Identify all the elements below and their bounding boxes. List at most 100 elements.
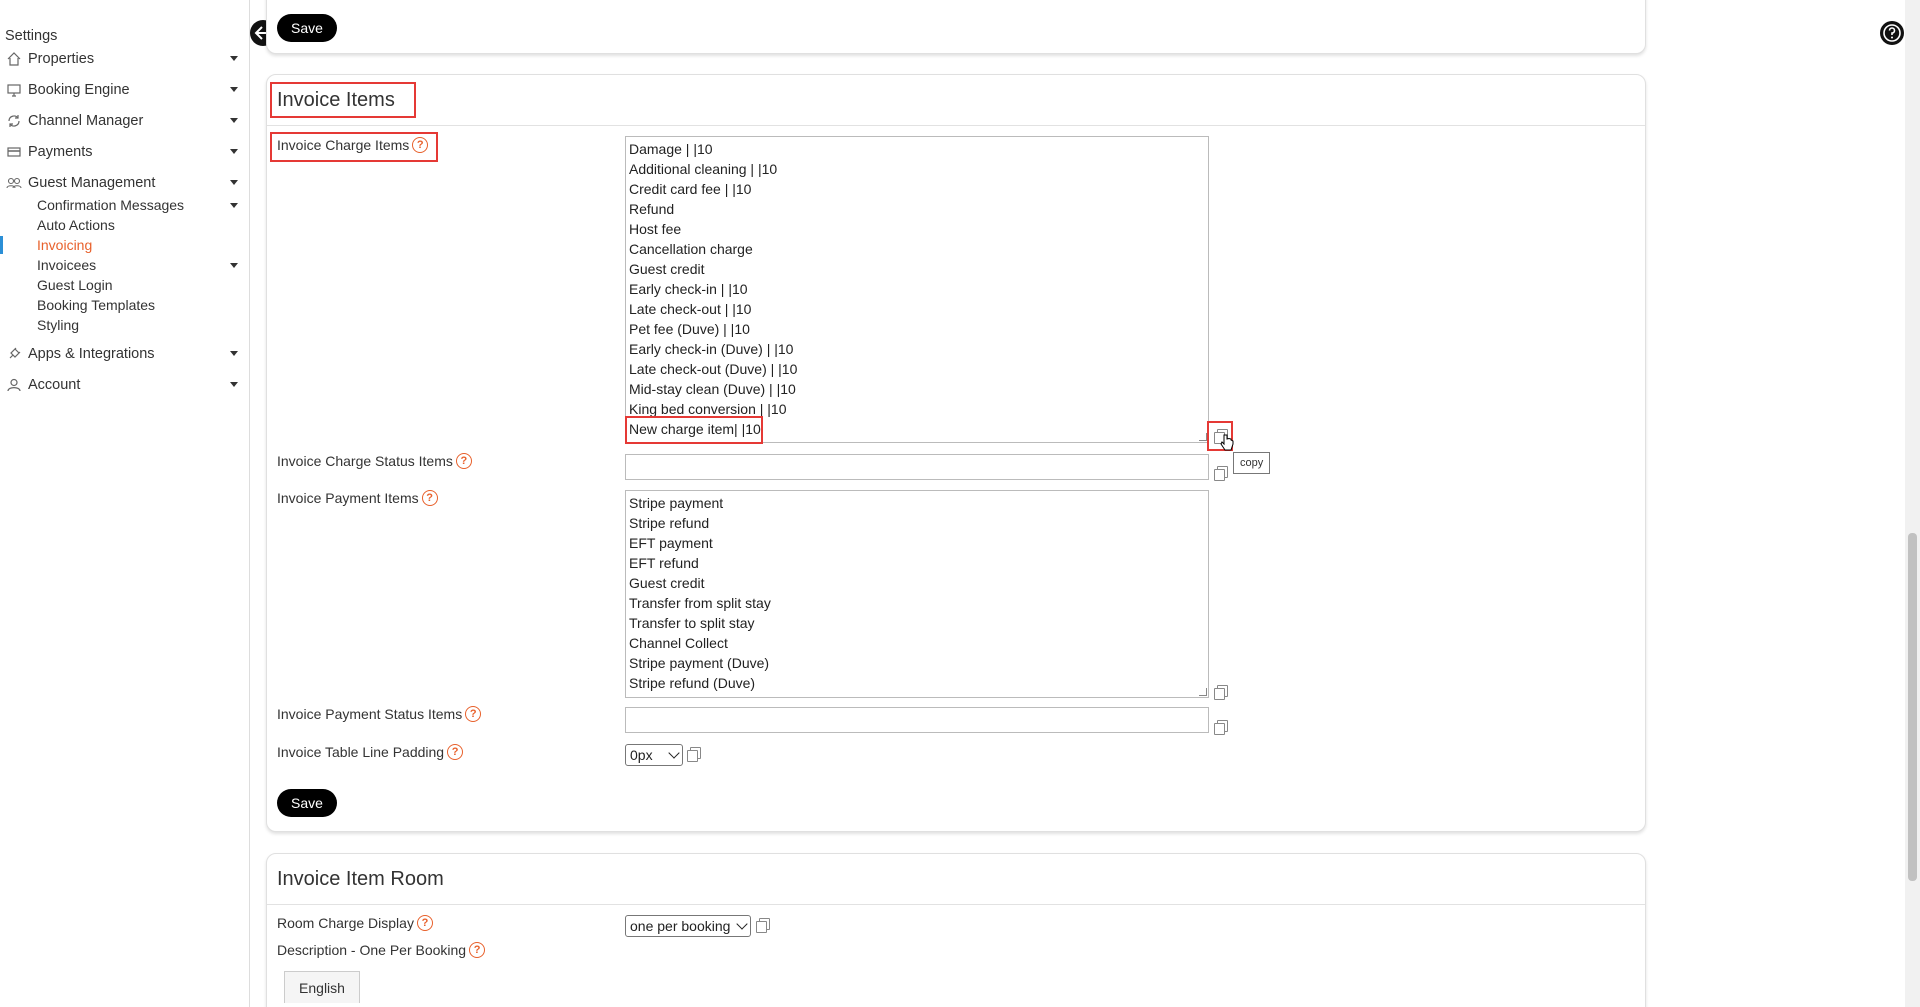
sidebar-subitem-label: Guest Login (37, 277, 113, 293)
sidebar: Settings Properties Booking Engine Chann… (0, 0, 250, 1007)
textarea-line: Stripe payment (629, 495, 724, 511)
room-display-select[interactable]: one per booking (625, 915, 751, 937)
language-tab-english[interactable]: English (284, 971, 360, 1003)
plug-icon (6, 346, 22, 362)
copy-icon[interactable] (1214, 720, 1228, 735)
question-circle-icon (1883, 24, 1901, 42)
sidebar-subitem-label: Styling (37, 317, 80, 333)
resize-handle[interactable] (1199, 688, 1207, 696)
sidebar-item-label: Account (28, 377, 81, 393)
payment-status-label-text: Invoice Payment Status Items (277, 706, 463, 722)
textarea-line: Additional cleaning | |10 (629, 161, 778, 177)
copy-icon[interactable] (1214, 466, 1228, 481)
textarea-line: EFT payment (629, 535, 713, 551)
sidebar-item-apps-integrations[interactable]: Apps & Integrations (0, 342, 246, 366)
sidebar-item-properties[interactable]: Properties (0, 47, 246, 71)
chevron-down-icon (230, 180, 238, 185)
copy-icon[interactable] (756, 918, 770, 933)
sidebar-item-account[interactable]: Account (0, 373, 246, 397)
sidebar-subitem-invoicees[interactable]: Invoicees (37, 255, 243, 275)
help-icon[interactable]: ? (455, 453, 472, 469)
textarea-line: Credit card fee | |10 (629, 181, 752, 197)
textarea-line: Host fee (629, 221, 682, 237)
save-button[interactable]: Save (277, 14, 337, 42)
sidebar-item-payments[interactable]: Payments (0, 140, 246, 164)
charge-status-label: Invoice Charge Status Items ? (277, 453, 472, 469)
divider (267, 125, 1645, 126)
pointer-cursor-icon (1220, 434, 1234, 451)
sidebar-subitem-booking-templates[interactable]: Booking Templates (37, 295, 243, 315)
help-icon[interactable]: ? (469, 942, 486, 958)
textarea-line: Stripe refund (629, 515, 710, 531)
user-icon (6, 377, 22, 393)
highlight-box (270, 132, 438, 162)
textarea-line: Refund (629, 201, 675, 217)
sidebar-item-guest-management[interactable]: Guest Management (0, 171, 246, 195)
monitor-icon (6, 82, 22, 98)
copy-icon[interactable] (687, 747, 701, 762)
description-label-text: Description - One Per Booking (277, 942, 467, 958)
charge-status-textarea[interactable] (625, 454, 1209, 480)
line-padding-select[interactable]: 0px (625, 744, 683, 766)
line-padding-label: Invoice Table Line Padding ? (277, 744, 464, 760)
charge-status-label-text: Invoice Charge Status Items (277, 453, 453, 469)
chevron-down-icon (230, 118, 238, 123)
textarea-line: Late check-out | |10 (629, 301, 752, 317)
sidebar-title: Settings (5, 28, 58, 44)
payment-items-label-text: Invoice Payment Items (277, 490, 419, 506)
sidebar-subitem-guest-login[interactable]: Guest Login (37, 275, 243, 295)
textarea-line: Channel Collect (629, 635, 728, 651)
help-icon[interactable]: ? (465, 706, 482, 722)
help-icon[interactable]: ? (416, 915, 433, 931)
sidebar-item-channel-manager[interactable]: Channel Manager (0, 109, 246, 133)
sync-icon (6, 113, 22, 129)
sidebar-subitem-label: Confirmation Messages (37, 197, 185, 213)
sidebar-item-booking-engine[interactable]: Booking Engine (0, 78, 246, 102)
sidebar-item-label: Booking Engine (28, 82, 130, 98)
sidebar-subitem-label: Invoicing (37, 237, 93, 253)
scrollbar-thumb[interactable] (1908, 533, 1917, 881)
sidebar-subitem-invoicing[interactable]: Invoicing (37, 235, 243, 255)
save-button[interactable]: Save (277, 789, 337, 817)
card-icon (6, 144, 22, 160)
resize-handle[interactable] (1199, 433, 1207, 441)
textarea-line: Early check-in | |10 (629, 281, 748, 297)
help-button[interactable] (1880, 21, 1904, 45)
sidebar-item-label: Channel Manager (28, 113, 144, 129)
sidebar-subitem-auto-actions[interactable]: Auto Actions (37, 215, 243, 235)
home-icon (6, 51, 22, 67)
line-padding-label-text: Invoice Table Line Padding (277, 744, 445, 760)
chevron-down-icon (230, 56, 238, 61)
textarea-line: Cancellation charge (629, 241, 753, 257)
chevron-down-icon (668, 747, 680, 759)
help-icon[interactable]: ? (421, 490, 438, 506)
sidebar-item-label: Apps & Integrations (28, 346, 155, 362)
scrollbar[interactable] (1905, 0, 1920, 1007)
sidebar-subitem-styling[interactable]: Styling (37, 315, 243, 335)
textarea-line: Guest credit (629, 261, 705, 277)
copy-icon[interactable] (1214, 685, 1228, 700)
payment-items-textarea[interactable]: Stripe payment Stripe refund EFT payment EF… (625, 490, 1209, 698)
textarea-line: Damage | |10 (629, 141, 713, 157)
payment-status-textarea[interactable] (625, 707, 1209, 733)
highlight-box (270, 82, 416, 118)
invoice-items-card: Invoice Items Invoice Charge Items ? Dam… (266, 74, 1646, 832)
charge-items-textarea[interactable]: Damage | |10 Additional cleaning | |10 Cre… (625, 136, 1209, 443)
chevron-down-icon (230, 87, 238, 92)
copy-tooltip: copy (1233, 452, 1271, 474)
highlight-box (625, 416, 763, 444)
chevron-down-icon (736, 918, 748, 930)
invoice-item-room-card: Invoice Item Room Room Charge Display ? … (266, 853, 1646, 1007)
help-icon[interactable]: ? (447, 744, 464, 760)
textarea-line: Mid-stay clean (Duve) | |10 (629, 381, 796, 397)
room-display-label: Room Charge Display ? (277, 915, 433, 931)
chevron-down-icon (230, 149, 238, 154)
textarea-line: Early check-in (Duve) | |10 (629, 341, 794, 357)
chevron-down-icon (230, 263, 238, 268)
sidebar-item-label: Properties (28, 51, 95, 67)
sidebar-subitem-confirmation-messages[interactable]: Confirmation Messages (37, 195, 243, 215)
chevron-down-icon (230, 382, 238, 387)
chevron-down-icon (230, 203, 238, 208)
section-title: Invoice Item Room (277, 868, 444, 890)
sidebar-item-label: Payments (28, 144, 93, 160)
